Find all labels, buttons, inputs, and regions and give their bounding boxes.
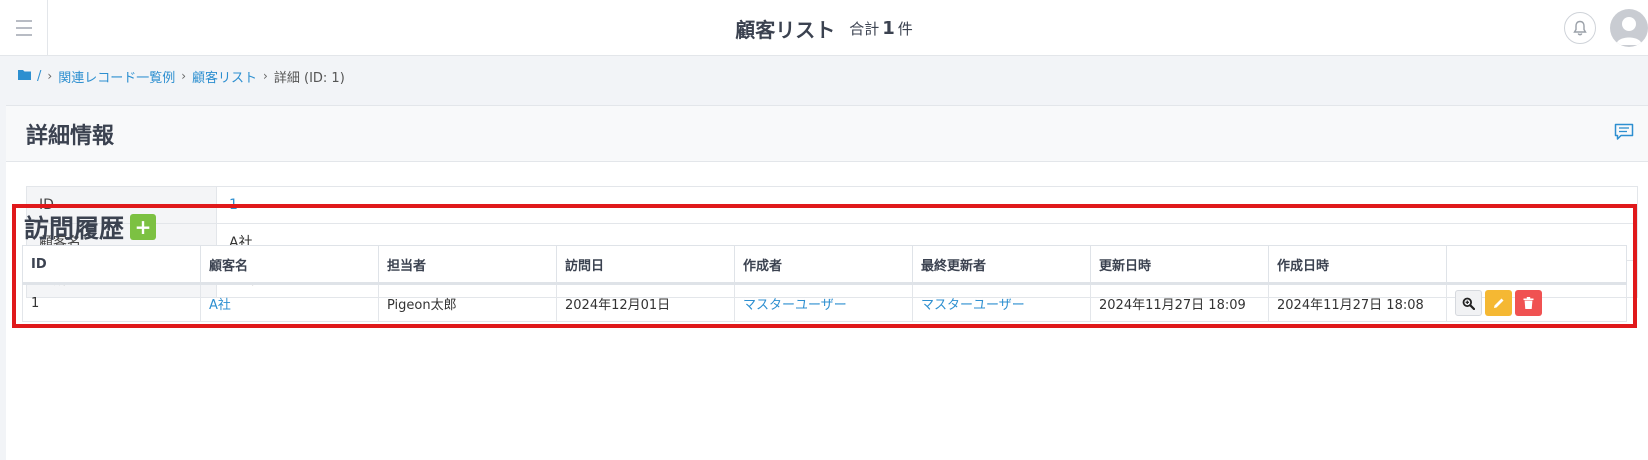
- page-title-area: 顧客リスト 合計 1 件: [0, 0, 1648, 56]
- breadcrumb-root: /: [37, 68, 42, 84]
- visit-history-section: 訪問履歴 + ID 顧客名 担当者 訪問日 作成者 最終更新者 更新日時 作成日…: [12, 204, 1637, 328]
- pencil-icon: [1493, 298, 1503, 308]
- column-header-id[interactable]: ID: [22, 245, 201, 285]
- cell-created-at: 2024年11月27日 18:08: [1268, 283, 1447, 322]
- row-actions: [1455, 290, 1618, 316]
- visit-history-title: 訪問履歴: [24, 214, 125, 243]
- cell-staff: Pigeon太郎: [378, 283, 557, 322]
- cell-updater: マスターユーザー: [912, 283, 1091, 322]
- detail-title: 詳細情報: [26, 124, 115, 149]
- top-bar: 顧客リスト 合計 1 件: [0, 0, 1648, 56]
- delete-button[interactable]: [1515, 290, 1542, 316]
- column-header-updated-at[interactable]: 更新日時: [1090, 245, 1269, 285]
- column-header-creator[interactable]: 作成者: [734, 245, 913, 285]
- column-header-actions: [1446, 245, 1627, 285]
- comment-icon[interactable]: [1614, 123, 1634, 145]
- column-header-customer[interactable]: 顧客名: [200, 245, 379, 285]
- table-row: 1 A社 Pigeon太郎 2024年12月01日 マスターユーザー マスターユ…: [22, 283, 1627, 322]
- cell-id: 1: [22, 283, 201, 322]
- breadcrumb-current: 詳細 (ID: 1): [273, 70, 345, 86]
- breadcrumb-item-related-list[interactable]: 関連レコード一覧例: [58, 67, 175, 86]
- visit-history-header: 訪問履歴 +: [24, 210, 157, 244]
- breadcrumb-separator: ›: [47, 69, 53, 83]
- page-title: 顧客リスト: [735, 17, 836, 42]
- bell-icon[interactable]: [1564, 12, 1596, 44]
- column-header-visit-date[interactable]: 訪問日: [556, 245, 735, 285]
- view-button[interactable]: [1455, 290, 1482, 316]
- folder-icon[interactable]: [18, 69, 31, 84]
- cell-customer: A社: [200, 283, 379, 322]
- zoom-icon: [1462, 297, 1475, 310]
- breadcrumb: / › 関連レコード一覧例 › 顧客リスト › 詳細 (ID: 1): [18, 66, 345, 86]
- total-prefix: 合計: [849, 19, 880, 38]
- edit-button[interactable]: [1485, 290, 1512, 316]
- hamburger-icon[interactable]: [0, 0, 48, 56]
- customer-link[interactable]: A社: [209, 298, 231, 313]
- creator-link[interactable]: マスターユーザー: [743, 298, 847, 313]
- updater-link[interactable]: マスターユーザー: [921, 298, 1025, 313]
- detail-card-header: 詳細情報: [6, 106, 1648, 162]
- avatar-icon[interactable]: [1610, 9, 1648, 47]
- column-header-created-at[interactable]: 作成日時: [1268, 245, 1447, 285]
- cell-visit-date: 2024年12月01日: [556, 283, 735, 322]
- visit-history-table: ID 顧客名 担当者 訪問日 作成者 最終更新者 更新日時 作成日時 1 A社 …: [22, 245, 1627, 322]
- table-header-row: ID 顧客名 担当者 訪問日 作成者 最終更新者 更新日時 作成日時: [22, 245, 1627, 285]
- cell-actions: [1446, 283, 1627, 322]
- breadcrumb-item-customer-list[interactable]: 顧客リスト: [192, 67, 257, 86]
- breadcrumb-separator: ›: [263, 69, 268, 83]
- add-visit-button[interactable]: +: [130, 214, 157, 240]
- column-header-staff[interactable]: 担当者: [378, 245, 557, 285]
- total-suffix: 件: [897, 19, 913, 38]
- cell-creator: マスターユーザー: [734, 283, 913, 322]
- cell-updated-at: 2024年11月27日 18:09: [1090, 283, 1269, 322]
- total-count-label: 合計 1 件: [849, 18, 913, 39]
- trash-icon: [1523, 297, 1534, 309]
- total-count: 1: [882, 17, 895, 39]
- column-header-updater[interactable]: 最終更新者: [912, 245, 1091, 285]
- breadcrumb-separator: ›: [181, 69, 187, 83]
